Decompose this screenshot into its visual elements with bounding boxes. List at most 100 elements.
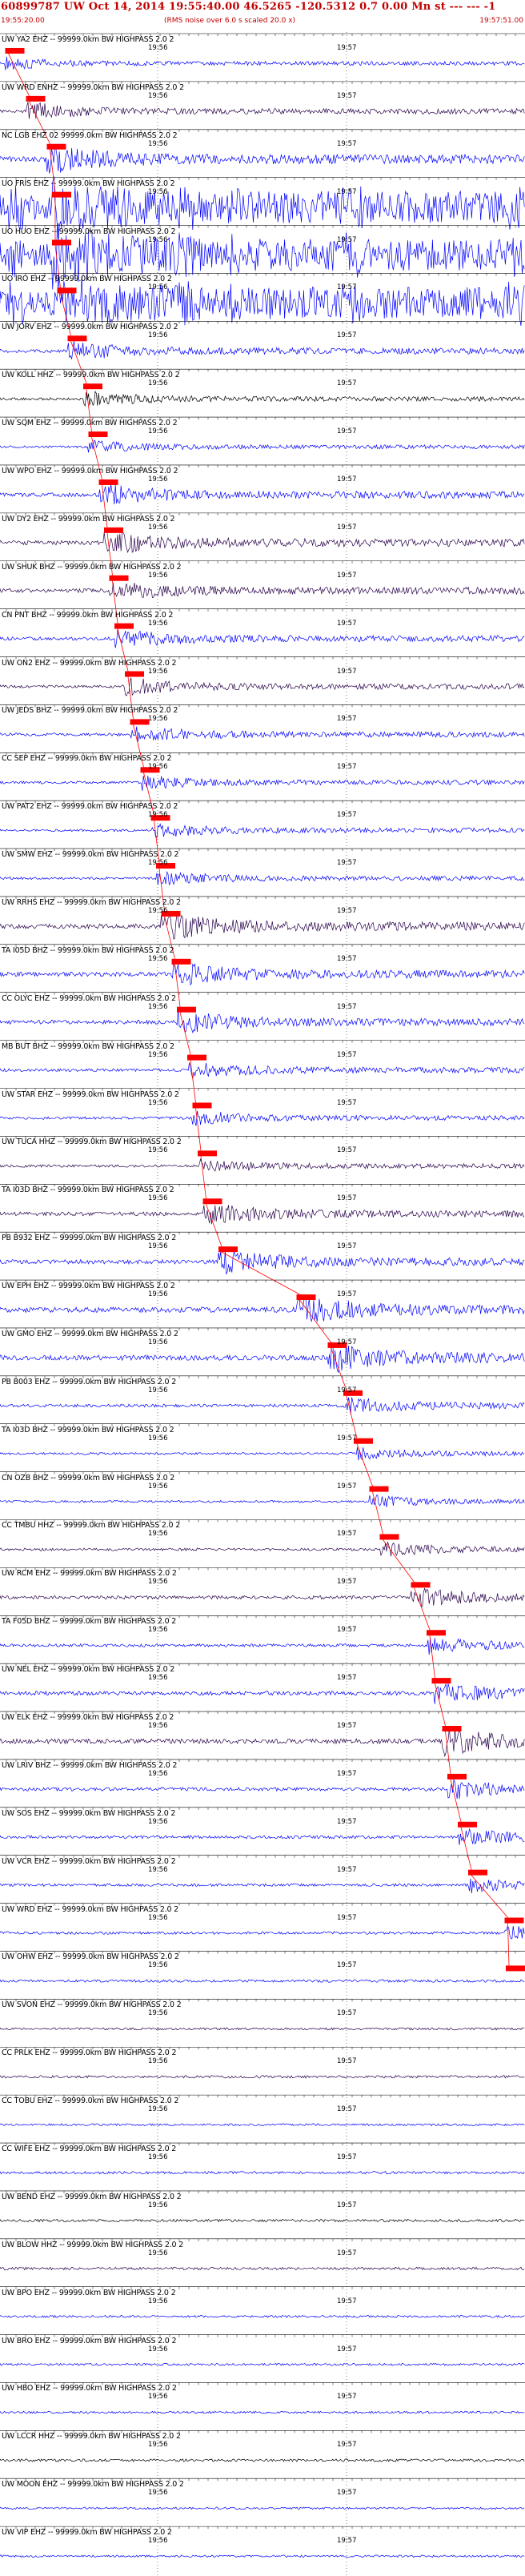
waveform-trace: [0, 1342, 525, 1373]
phase-pick-marker[interactable]: [427, 1630, 446, 1636]
minute-tick-label: 19:57: [337, 523, 357, 532]
station-channel-label: CC TMBU HHZ -- 99999.0km BW HIGHPASS 2.0…: [2, 1521, 181, 1531]
minute-tick-label: 19:56: [148, 2249, 168, 2257]
minute-tick-label: 19:56: [148, 379, 168, 388]
station-channel-label: CC WIFE EHZ -- 99999.0km BW HIGHPASS 2.0…: [2, 2145, 177, 2154]
minute-tick-label: 19:56: [148, 2201, 168, 2209]
waveform-trace: [0, 2362, 525, 2366]
waveform-trace: [0, 102, 525, 119]
minute-tick-label: 19:56: [148, 619, 168, 628]
station-channel-label: UW SHUK BHZ -- 99999.0km BW HIGHPASS 2.0…: [2, 562, 182, 572]
minute-tick-label: 19:56: [148, 44, 168, 52]
phase-pick-marker[interactable]: [5, 47, 25, 54]
station-channel-label: UW LCCR HHZ -- 99999.0km BW HIGHPASS 2.0…: [2, 2432, 181, 2442]
waveform-trace: [0, 1878, 525, 1894]
station-channel-label: CC SEP EHZ -- 99999.0km BW HIGHPASS 2.0 …: [2, 754, 172, 764]
minute-tick-label: 19:56: [148, 91, 168, 100]
phase-pick-marker[interactable]: [26, 95, 46, 102]
minute-tick-label: 19:56: [148, 2489, 168, 2498]
phase-pick-marker[interactable]: [458, 1821, 477, 1828]
station-channel-label: UW BPO EHZ -- 99999.0km BW HIGHPASS 2.0 …: [2, 2288, 176, 2297]
phase-pick-marker[interactable]: [52, 191, 71, 198]
minute-tick-label: 19:57: [337, 1002, 357, 1011]
waveform-trace: [0, 391, 525, 407]
minute-tick-label: 19:56: [148, 763, 168, 772]
minute-tick-label: 19:57: [337, 1338, 357, 1346]
phase-pick-marker[interactable]: [296, 1294, 316, 1301]
minute-tick-label: 19:57: [337, 1482, 357, 1491]
waveform-trace: [0, 2458, 525, 2462]
phase-pick-marker[interactable]: [171, 958, 191, 965]
minute-tick-label: 19:57: [337, 2009, 357, 2018]
waveform-trace: [0, 913, 525, 940]
phase-pick-marker[interactable]: [202, 1198, 222, 1205]
waveform-trace: [0, 1587, 525, 1607]
minute-tick-label: 19:57: [337, 1578, 357, 1587]
waveform-trace: [0, 2314, 525, 2318]
waveform-trace: [0, 2075, 525, 2079]
phase-pick-marker[interactable]: [177, 1006, 196, 1013]
minute-tick-label: 19:57: [337, 1530, 357, 1539]
phase-pick-marker[interactable]: [379, 1534, 399, 1540]
moveout-line: [299, 1299, 331, 1343]
minute-tick-label: 19:56: [148, 1146, 168, 1155]
phase-pick-marker[interactable]: [369, 1486, 389, 1492]
phase-pick-marker[interactable]: [67, 335, 87, 342]
minute-tick-label: 19:57: [337, 1817, 357, 1826]
phase-pick-marker[interactable]: [411, 1582, 431, 1588]
phase-pick-marker[interactable]: [57, 287, 77, 294]
minute-tick-label: 19:57: [337, 475, 357, 484]
phase-pick-marker[interactable]: [198, 1150, 217, 1157]
station-channel-label: CC OLYC EHZ -- 99999.0km BW HIGHPASS 2.0…: [2, 993, 176, 1003]
waveform-trace: [0, 531, 525, 554]
phase-pick-marker[interactable]: [52, 239, 71, 246]
waveform-trace: [0, 2170, 525, 2175]
minute-tick-label: 19:56: [148, 571, 168, 580]
minute-tick-label: 19:57: [337, 1769, 357, 1778]
minute-tick-label: 19:56: [148, 1434, 168, 1442]
station-channel-label: UW VIP EHZ -- 99999.0km BW HIGHPASS 2.0 …: [2, 2528, 172, 2538]
phase-pick-marker[interactable]: [354, 1438, 373, 1444]
waveform-trace: [0, 341, 525, 359]
minute-tick-label: 19:56: [148, 1482, 168, 1491]
phase-pick-marker[interactable]: [468, 1869, 487, 1876]
station-channel-label: UW VCR EHZ -- 99999.0km BW HIGHPASS 2.0 …: [2, 1856, 176, 1866]
phase-pick-marker[interactable]: [130, 719, 150, 725]
waveform-trace: [0, 1446, 525, 1461]
phase-pick-marker[interactable]: [442, 1726, 462, 1732]
phase-pick-marker[interactable]: [83, 383, 102, 390]
phase-pick-marker[interactable]: [447, 1773, 467, 1780]
minute-tick-label: 19:56: [148, 235, 168, 244]
waveform-trace: [0, 484, 525, 505]
phase-pick-marker[interactable]: [88, 431, 108, 438]
minute-tick-label: 19:57: [337, 2201, 357, 2209]
phase-pick-marker[interactable]: [98, 479, 118, 485]
waveform-trace: [0, 960, 525, 986]
minute-tick-label: 19:56: [148, 1865, 168, 1874]
waveform-trace: [0, 439, 525, 453]
phase-pick-marker[interactable]: [192, 1102, 212, 1109]
phase-pick-marker[interactable]: [218, 1246, 238, 1253]
station-channel-label: UW SVON EHZ -- 99999.0km BW HIGHPASS 2.0…: [2, 2000, 182, 2010]
minute-tick-label: 19:57: [337, 1674, 357, 1683]
phase-pick-marker[interactable]: [114, 623, 134, 629]
phase-pick-marker[interactable]: [104, 527, 123, 533]
minute-tick-label: 19:56: [148, 1961, 168, 1970]
moveout-line: [450, 1779, 462, 1822]
phase-pick-marker[interactable]: [187, 1054, 206, 1061]
waveform-trace: [0, 56, 525, 70]
event-title: 60899787 UW Oct 14, 2014 19:55:40.00 46.…: [1, 1, 496, 13]
waveform-trace: [0, 1495, 525, 1507]
phase-pick-marker[interactable]: [504, 1917, 524, 1924]
waveform-trace: [0, 582, 525, 599]
phase-pick-marker[interactable]: [109, 575, 129, 581]
minute-tick-label: 19:56: [148, 811, 168, 820]
waveform-trace: [0, 1009, 525, 1033]
minute-tick-label: 19:57: [337, 1386, 357, 1394]
phase-pick-marker[interactable]: [431, 1678, 451, 1684]
phase-pick-marker[interactable]: [506, 1965, 525, 1972]
phase-pick-marker[interactable]: [125, 671, 144, 677]
station-channel-label: UW KOLL HHZ -- 99999.0km BW HIGHPASS 2.0…: [2, 371, 180, 380]
minute-tick-label: 19:56: [148, 1050, 168, 1059]
phase-pick-marker[interactable]: [46, 143, 66, 150]
